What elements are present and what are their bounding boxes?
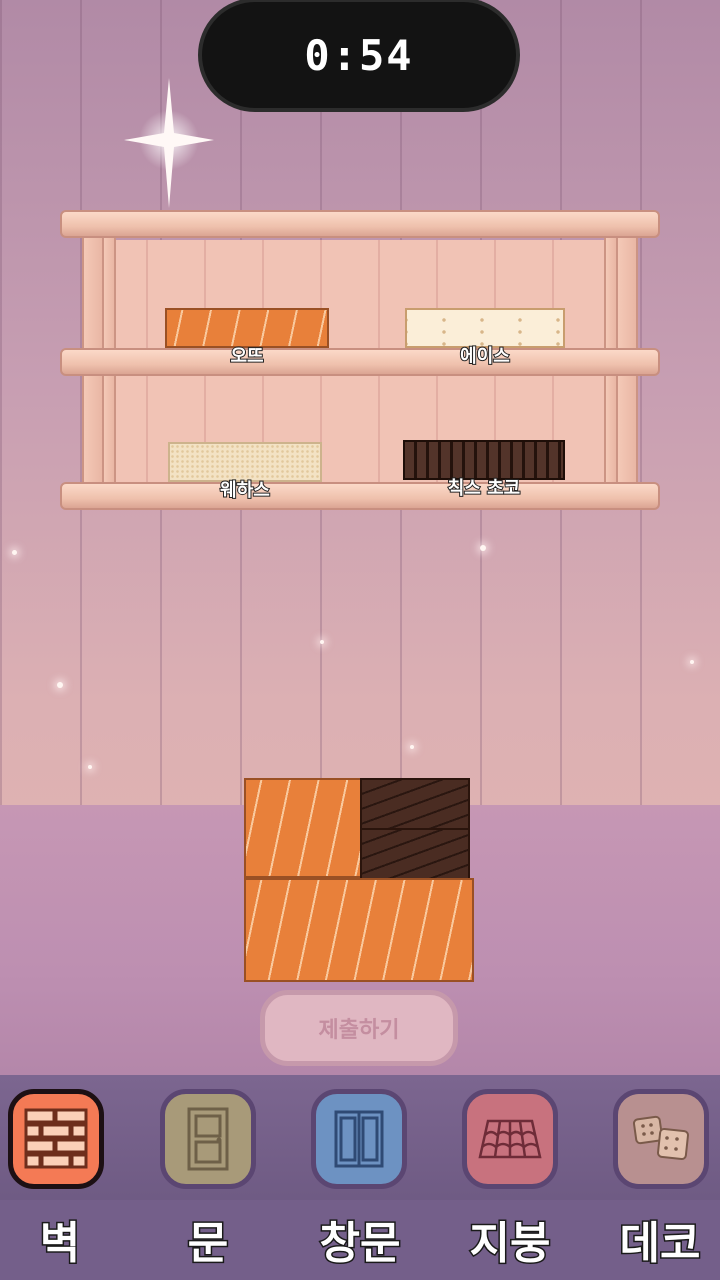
tab-window[interactable] <box>311 1089 407 1189</box>
sparkle-dot <box>88 765 92 769</box>
timer-text: 0:54 <box>304 30 414 80</box>
shelf-item-label: 웨하스 <box>219 479 271 502</box>
submit-button-label: 제출하기 <box>318 1018 400 1043</box>
tab-roof[interactable] <box>462 1089 558 1189</box>
shelf-item-label: 칙스 초코 <box>447 477 522 500</box>
submit-button[interactable]: 제출하기 <box>260 990 458 1066</box>
roof-tile-icon <box>478 1119 542 1159</box>
tab-deco[interactable] <box>613 1089 709 1189</box>
tab-label-door: 문 <box>186 1217 229 1271</box>
tab-label-deco: 데코 <box>618 1217 702 1271</box>
game-scene: 0:54 오뜨 에이스 웨하스 칙스 초코 제출하기 벽 문 창문 지붕 데코 <box>0 0 720 1280</box>
brick-wall-icon <box>24 1108 88 1169</box>
cracker-deco-icon <box>632 1115 689 1160</box>
shelf-item-ace[interactable]: 에이스 <box>405 308 565 370</box>
shelf-item-label: 오뜨 <box>229 345 264 368</box>
shelf-board-bottom <box>60 482 660 510</box>
tab-label-roof: 지붕 <box>468 1217 552 1271</box>
shelf-item-oat[interactable]: 오뜨 <box>165 308 329 370</box>
window-icon <box>334 1110 384 1168</box>
sparkle-dot <box>320 640 324 644</box>
sparkle-icon <box>124 78 214 208</box>
category-toolbar: 벽 문 창문 지붕 데코 <box>0 1075 720 1280</box>
tab-wall[interactable] <box>8 1089 104 1189</box>
tab-door[interactable] <box>160 1089 256 1189</box>
oat-wall-block[interactable] <box>244 878 474 982</box>
chocolate-wall-block[interactable] <box>360 778 470 830</box>
chocolate-wall-block[interactable] <box>360 828 470 880</box>
ingredient-shelf: 오뜨 에이스 웨하스 칙스 초코 <box>60 210 660 515</box>
sparkle-dot <box>57 682 63 688</box>
oat-wall-block[interactable] <box>244 778 362 878</box>
tab-label-wall: 벽 <box>38 1217 81 1271</box>
shelf-board-top <box>60 210 660 238</box>
sparkle-dot <box>410 745 414 749</box>
shelf-item-chocolate[interactable]: 칙스 초코 <box>403 440 565 502</box>
sparkle-dot <box>12 550 17 555</box>
build-area[interactable] <box>244 778 474 982</box>
shelf-board-middle <box>60 348 660 376</box>
door-icon <box>187 1107 229 1171</box>
shelf-item-wafer[interactable]: 웨하스 <box>168 442 322 504</box>
shelf-item-label: 에이스 <box>459 345 511 368</box>
sparkle-dot <box>480 545 486 551</box>
tab-label-window: 창문 <box>318 1217 402 1271</box>
sparkle-dot <box>690 660 694 664</box>
timer: 0:54 <box>198 0 520 112</box>
